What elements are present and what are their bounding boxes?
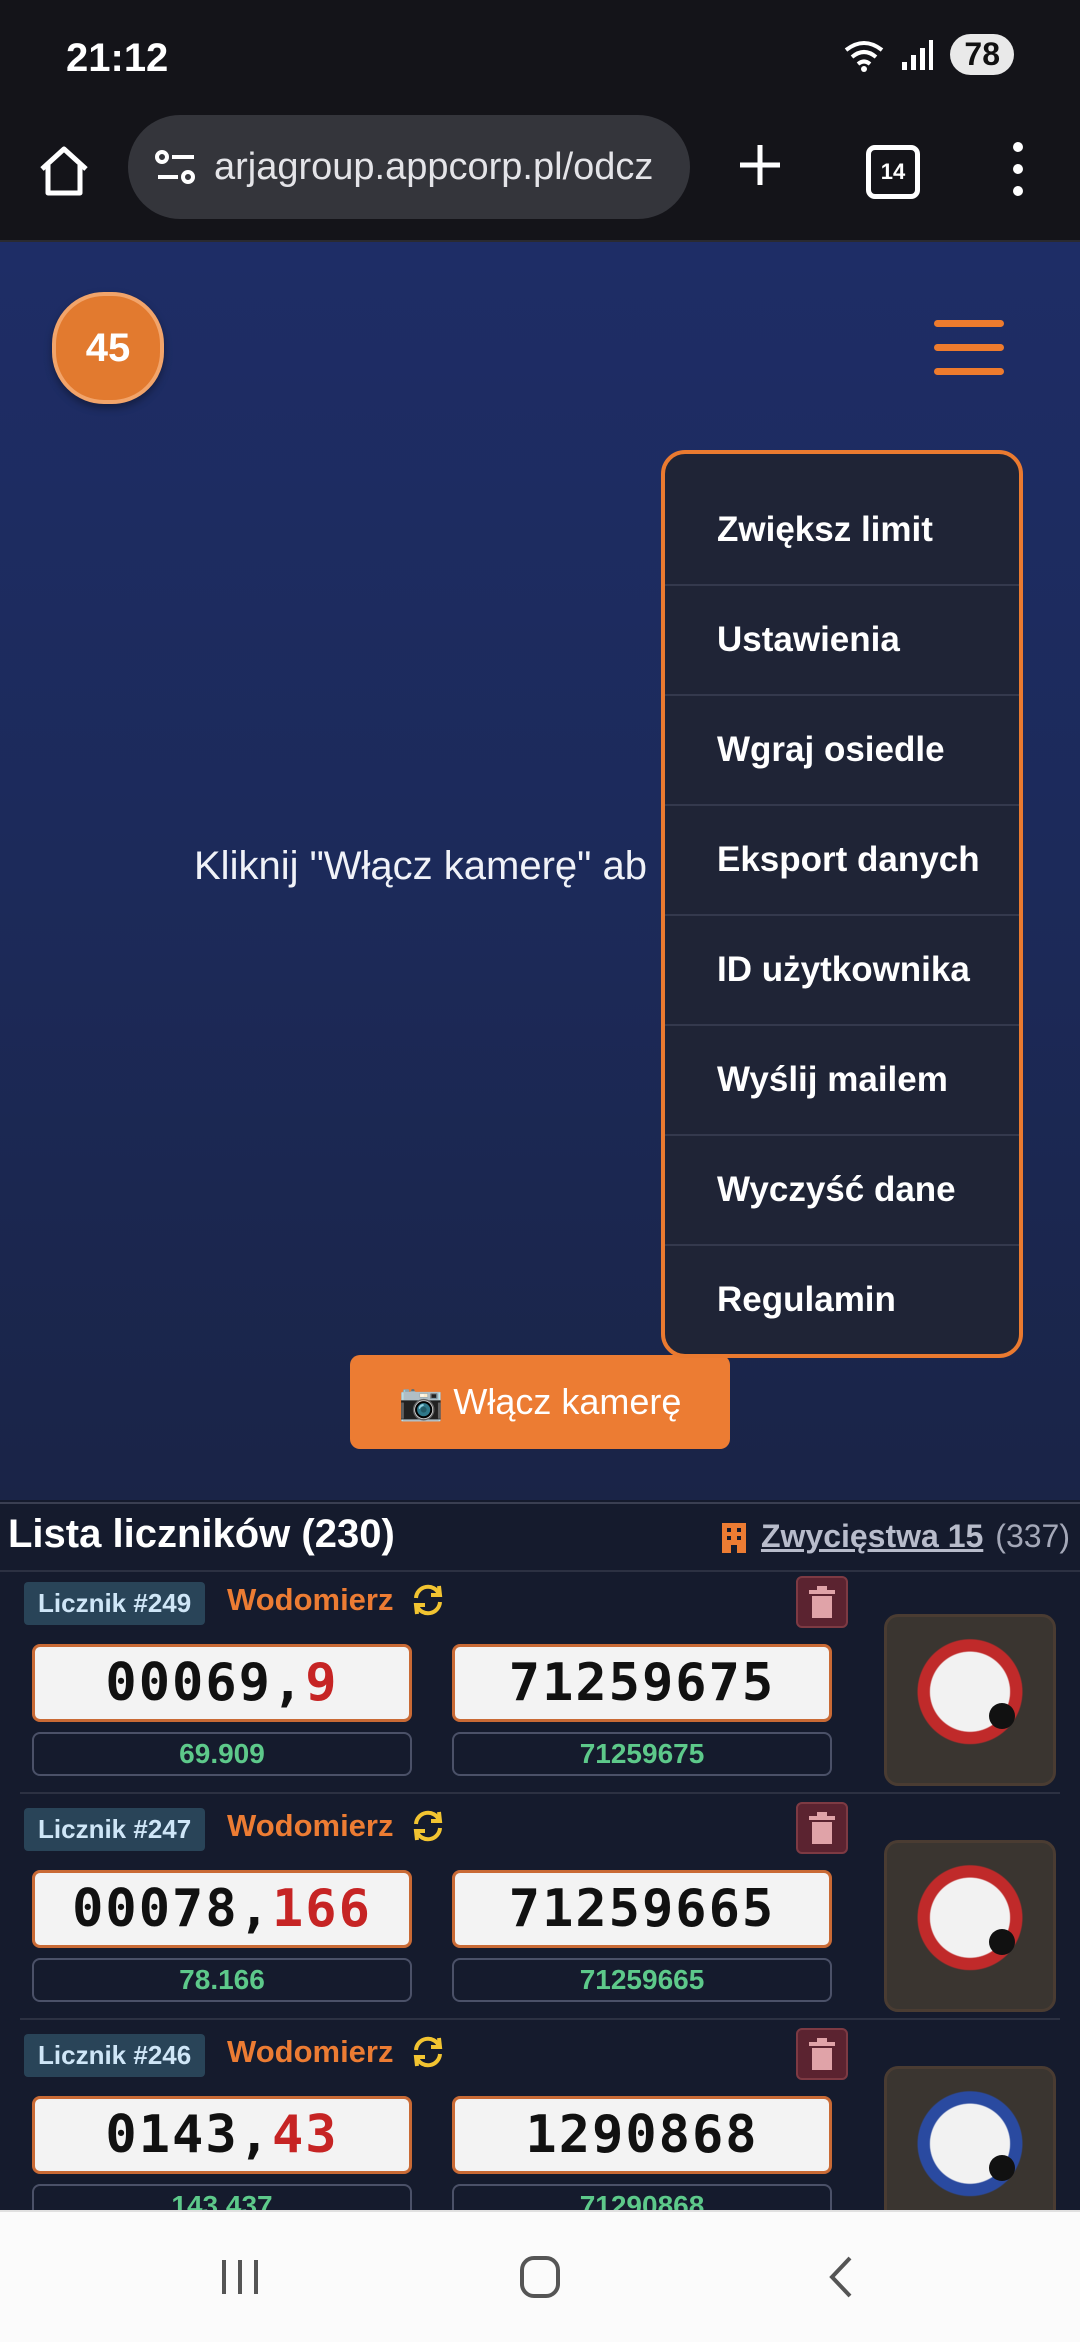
meter-id-badge: Licznik #247 xyxy=(24,1808,206,1851)
reading-image: 00069, 9 xyxy=(32,1644,412,1722)
meter-photo[interactable] xyxy=(884,2066,1056,2210)
meter-list-header: Lista liczników (230) Zwycięstwa 15 (337… xyxy=(0,1502,1080,1572)
serial-image: 1290868 xyxy=(452,2096,832,2174)
status-time: 21:12 xyxy=(66,36,169,80)
serial-value[interactable]: 71259675 xyxy=(452,1732,832,1776)
site-settings-icon[interactable] xyxy=(148,139,204,195)
meter-id-badge: Licznik #249 xyxy=(24,1582,206,1625)
menu-item-user-id[interactable]: ID użytkownika xyxy=(665,916,1019,1026)
address-bar[interactable]: arjagroup.appcorp.pl/odcz xyxy=(128,115,690,219)
estate-count: (337) xyxy=(995,1518,1070,1554)
menu-icon[interactable] xyxy=(934,320,1004,380)
wifi-icon xyxy=(845,40,884,72)
dropdown-menu: Zwiększ limit Ustawienia Wgraj osiedle E… xyxy=(661,450,1023,1358)
tab-switcher-button[interactable]: 14 xyxy=(866,145,920,199)
trash-icon xyxy=(809,2038,835,2070)
reading-value[interactable]: 78.166 xyxy=(32,1958,412,2002)
menu-item-settings[interactable]: Ustawienia xyxy=(665,586,1019,696)
building-icon xyxy=(721,1522,746,1553)
enable-camera-button[interactable]: 📷 Włącz kamerę xyxy=(350,1355,730,1449)
meter-type: Wodomierz xyxy=(227,1808,394,1843)
delete-button[interactable] xyxy=(796,2028,848,2080)
scan-count-badge: 45 xyxy=(52,292,164,404)
meter-row: Licznik #247 Wodomierz 00078, 166 7125966… xyxy=(20,1796,1060,2020)
home-nav-icon[interactable] xyxy=(510,2252,570,2302)
meter-photo[interactable] xyxy=(884,1840,1056,2012)
meter-type: Wodomierz xyxy=(227,1582,394,1617)
reading-digits-decimal: 9 xyxy=(305,1653,339,1713)
reading-value[interactable]: 143.437 xyxy=(32,2184,412,2210)
serial-image: 71259675 xyxy=(452,1644,832,1722)
trash-icon xyxy=(809,1586,835,1618)
sync-icon[interactable] xyxy=(408,1806,448,1846)
meter-row: Licznik #246 Wodomierz 0143, 43 1290868 1… xyxy=(20,2022,1060,2210)
reading-value[interactable]: 69.909 xyxy=(32,1732,412,1776)
reading-digits: 00069, xyxy=(105,1653,306,1713)
home-icon[interactable] xyxy=(34,141,94,201)
recent-apps-icon[interactable] xyxy=(210,2252,270,2302)
meter-list-title: Lista liczników (230) xyxy=(8,1512,395,1556)
reading-digits-decimal: 166 xyxy=(271,1879,372,1939)
menu-item-upload-estate[interactable]: Wgraj osiedle xyxy=(665,696,1019,806)
menu-item-terms[interactable]: Regulamin xyxy=(665,1246,1019,1354)
url-text[interactable]: arjagroup.appcorp.pl/odcz xyxy=(214,146,674,189)
meter-id-badge: Licznik #246 xyxy=(24,2034,206,2077)
meter-row: Licznik #249 Wodomierz 00069, 9 71259675 … xyxy=(20,1570,1060,1794)
menu-item-send-email[interactable]: Wyślij mailem xyxy=(665,1026,1019,1136)
reading-image: 00078, 166 xyxy=(32,1870,412,1948)
status-icons: 78 xyxy=(844,34,1014,75)
sync-icon[interactable] xyxy=(408,1580,448,1620)
estate-name[interactable]: Zwycięstwa 15 xyxy=(761,1518,983,1555)
delete-button[interactable] xyxy=(796,1576,848,1628)
back-icon[interactable] xyxy=(812,2252,872,2302)
new-tab-icon[interactable] xyxy=(730,135,790,195)
system-nav-bar xyxy=(0,2210,1080,2342)
estate-selector[interactable]: Zwycięstwa 15 (337) xyxy=(719,1518,1070,1555)
delete-button[interactable] xyxy=(796,1802,848,1854)
menu-item-clear-data[interactable]: Wyczyść dane xyxy=(665,1136,1019,1246)
serial-value[interactable]: 71290868 xyxy=(452,2184,832,2210)
reading-image: 0143, 43 xyxy=(32,2096,412,2174)
more-options-icon[interactable] xyxy=(1000,137,1036,201)
reading-digits-decimal: 43 xyxy=(271,2105,339,2165)
meter-type: Wodomierz xyxy=(227,2034,394,2069)
reading-digits: 0143, xyxy=(105,2105,272,2165)
browser-toolbar: arjagroup.appcorp.pl/odcz 14 xyxy=(0,115,1080,242)
meter-photo[interactable] xyxy=(884,1614,1056,1786)
serial-value[interactable]: 71259665 xyxy=(452,1958,832,2002)
status-bar: 21:12 78 xyxy=(0,0,1080,115)
menu-item-increase-limit[interactable]: Zwiększ limit xyxy=(665,476,1019,586)
camera-hint: Kliknij "Włącz kamerę" ab xyxy=(194,844,647,888)
battery-indicator: 78 xyxy=(950,34,1014,75)
serial-image: 71259665 xyxy=(452,1870,832,1948)
trash-icon xyxy=(809,1812,835,1844)
signal-icon xyxy=(902,39,934,70)
sync-icon[interactable] xyxy=(408,2032,448,2072)
reading-digits: 00078, xyxy=(72,1879,272,1939)
menu-item-export-data[interactable]: Eksport danych xyxy=(665,806,1019,916)
